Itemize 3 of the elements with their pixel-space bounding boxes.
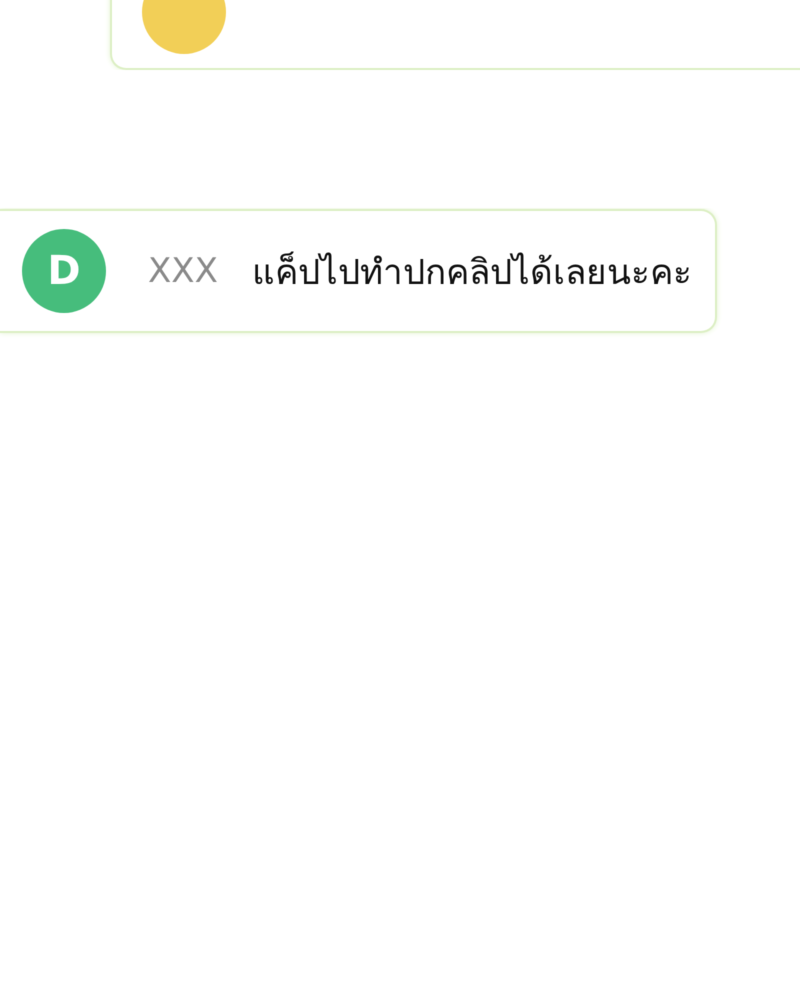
comment-text: แค็ปไปทำปกคลิปได้เลยนะคะ (252, 250, 692, 294)
user-name: XXX (148, 251, 218, 291)
avatar: D (22, 229, 106, 313)
